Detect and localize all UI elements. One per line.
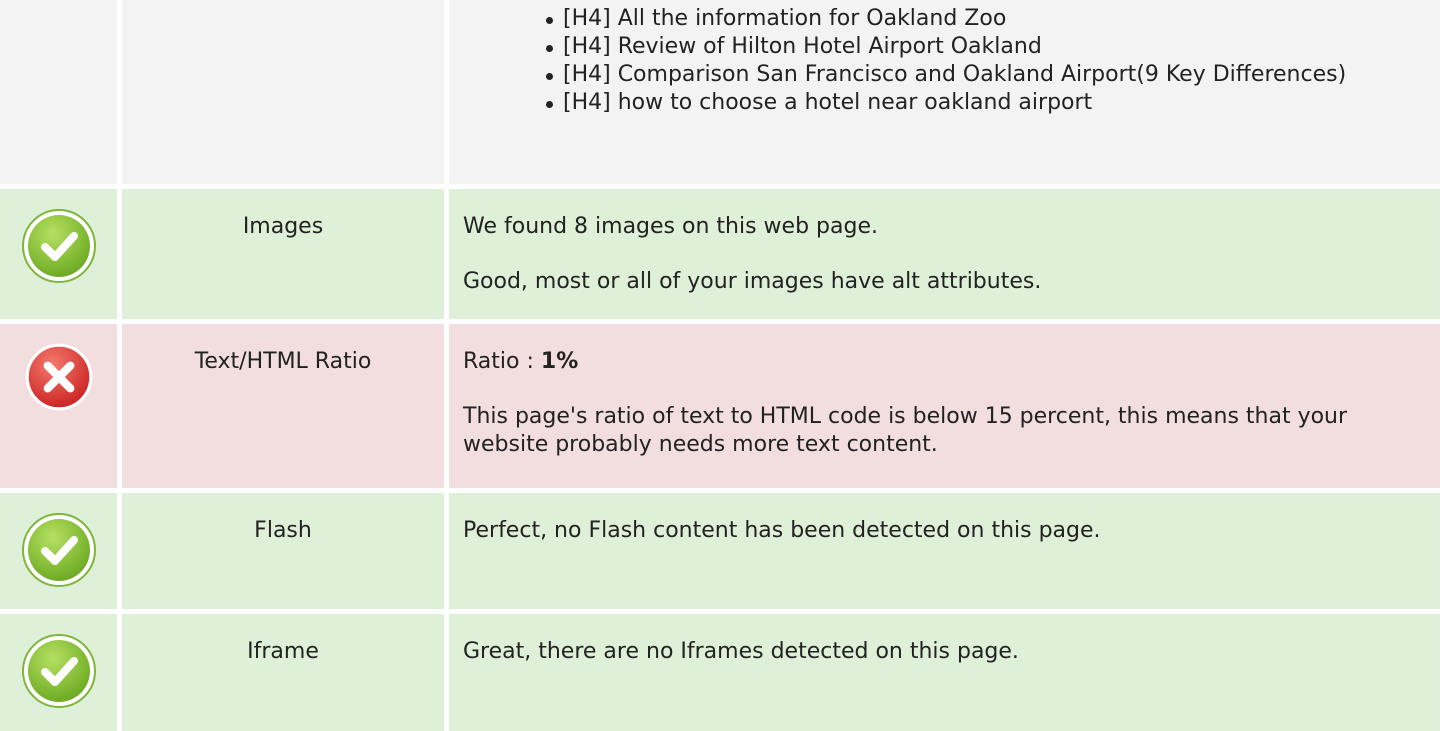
headings-content-cell: [H4] All the information for Oakland Zoo… xyxy=(449,0,1440,184)
ratio-row: Text/HTML Ratio Ratio : 1% This page's r… xyxy=(0,324,1446,488)
iframe-title-cell: Iframe xyxy=(122,614,444,731)
images-alt-text: Good, most or all of your images have al… xyxy=(463,269,1042,294)
ratio-title: Text/HTML Ratio xyxy=(194,349,372,374)
headings-row: [H4] All the information for Oakland Zoo… xyxy=(0,0,1446,184)
iframe-title: Iframe xyxy=(247,639,319,664)
iframe-result-text: Great, there are no Iframes detected on … xyxy=(463,639,1019,664)
ratio-value: 1% xyxy=(540,349,579,374)
ratio-title-cell: Text/HTML Ratio xyxy=(122,324,444,488)
flash-content-cell: Perfect, no Flash content has been detec… xyxy=(449,493,1440,609)
iframe-icon-cell xyxy=(0,614,117,731)
images-title: Images xyxy=(242,214,324,239)
headings-icon-cell xyxy=(0,0,117,184)
flash-result-text: Perfect, no Flash content has been detec… xyxy=(463,518,1101,543)
heading-list-item: [H4] Review of Hilton Hotel Airport Oakl… xyxy=(546,33,1400,61)
check-circle-icon xyxy=(22,209,96,283)
flash-row: Flash Perfect, no Flash content has been… xyxy=(0,493,1446,609)
flash-title: Flash xyxy=(254,518,312,543)
heading-list-item: [H4] how to choose a hotel near oakland … xyxy=(546,89,1400,117)
images-count-text: We found 8 images on this web page. xyxy=(463,214,878,239)
images-content: We found 8 images on this web page. Good… xyxy=(463,213,1400,296)
iframe-content: Great, there are no Iframes detected on … xyxy=(463,638,1400,666)
ratio-label: Ratio : xyxy=(463,349,541,374)
ratio-content: Ratio : 1% This page's ratio of text to … xyxy=(463,348,1400,459)
ratio-content-cell: Ratio : 1% This page's ratio of text to … xyxy=(449,324,1440,488)
ratio-line: Ratio : 1% xyxy=(463,348,1400,376)
flash-content: Perfect, no Flash content has been detec… xyxy=(463,517,1400,545)
iframe-content-cell: Great, there are no Iframes detected on … xyxy=(449,614,1440,731)
x-circle-icon xyxy=(25,343,93,411)
heading-list-item: [H4] Comparison San Francisco and Oaklan… xyxy=(546,61,1400,89)
check-circle-icon xyxy=(22,634,96,708)
images-content-cell: We found 8 images on this web page. Good… xyxy=(449,189,1440,319)
heading-list-item: [H4] All the information for Oakland Zoo xyxy=(546,5,1400,33)
images-icon-cell xyxy=(0,189,117,319)
headings-title-cell xyxy=(122,0,444,184)
heading-list: [H4] All the information for Oakland Zoo… xyxy=(546,5,1400,117)
iframe-row: Iframe Great, there are no Iframes detec… xyxy=(0,614,1446,731)
ratio-icon-cell xyxy=(0,324,117,488)
ratio-advice-text: This page's ratio of text to HTML code i… xyxy=(463,404,1348,457)
flash-title-cell: Flash xyxy=(122,493,444,609)
check-circle-icon xyxy=(22,513,96,587)
images-row: Images We found 8 images on this web pag… xyxy=(0,189,1446,319)
flash-icon-cell xyxy=(0,493,117,609)
images-title-cell: Images xyxy=(122,189,444,319)
